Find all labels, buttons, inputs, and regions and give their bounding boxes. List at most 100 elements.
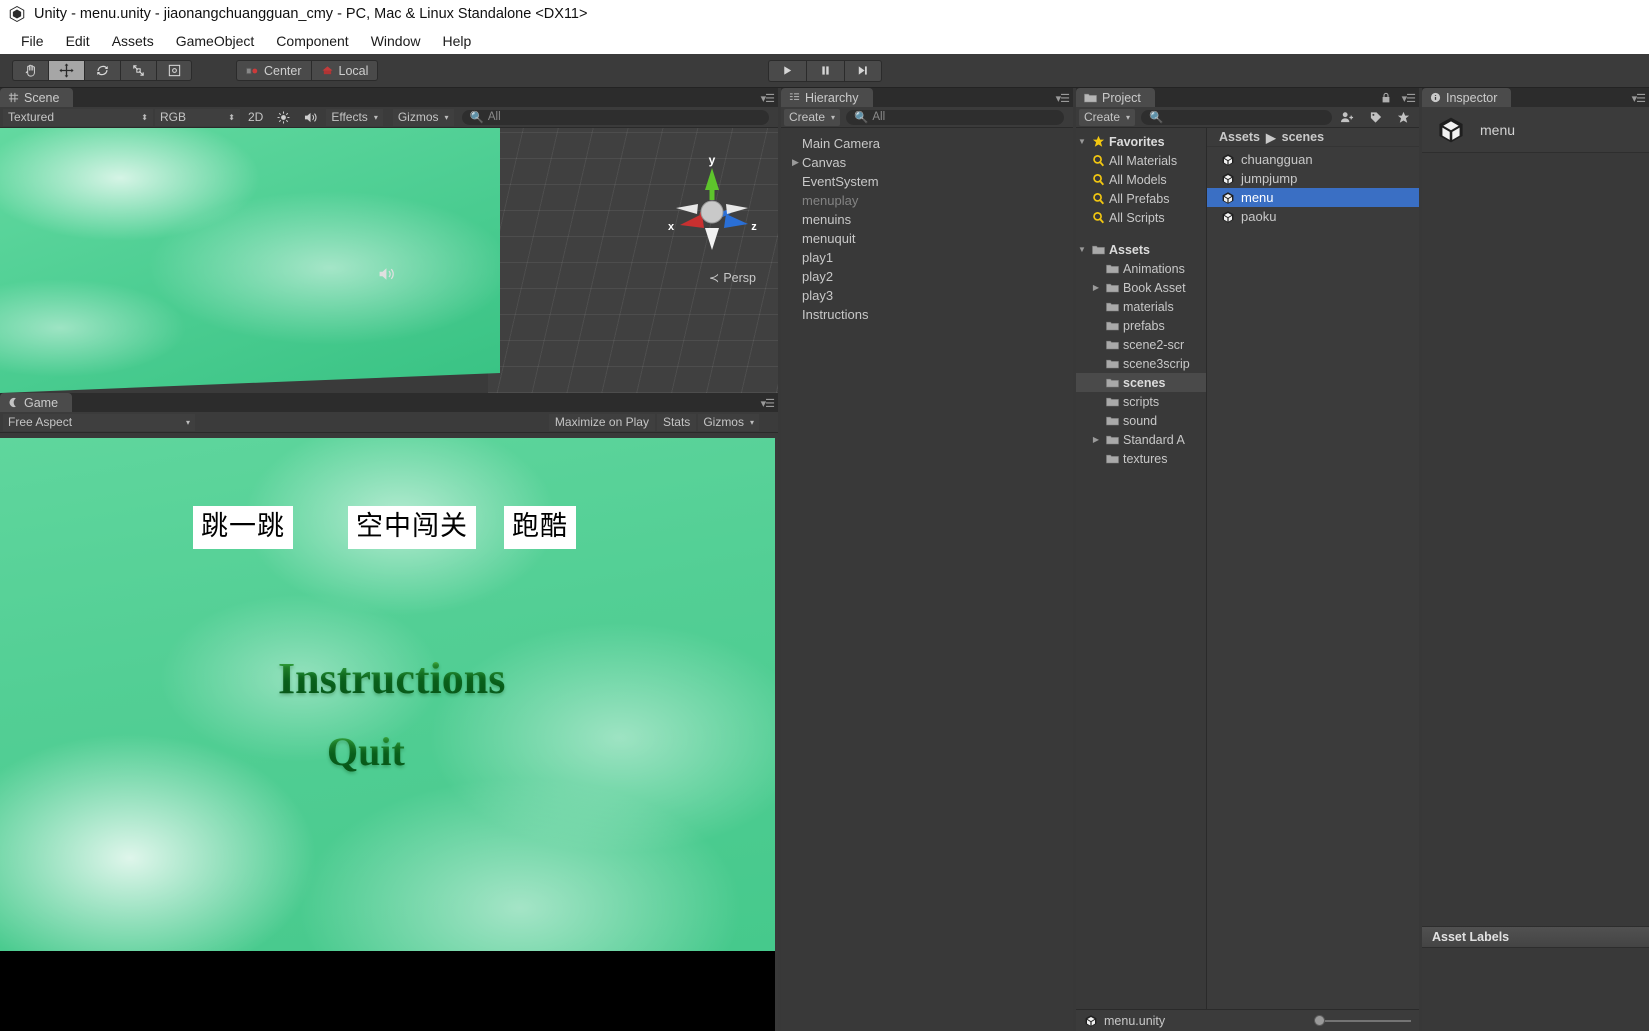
rotate-tool-button[interactable] (84, 60, 120, 81)
favorite-all-materials[interactable]: All Materials (1076, 151, 1206, 170)
rotation-local-button[interactable]: Local (310, 60, 379, 81)
chevron-down-icon[interactable]: ▼ (1076, 245, 1088, 254)
game-gizmos-dropdown[interactable]: Gizmos ▾ (698, 413, 759, 431)
menu-gameobject[interactable]: GameObject (165, 31, 266, 51)
asset-item-chuangguan[interactable]: chuangguan (1207, 150, 1419, 169)
render-mode-dropdown[interactable]: RGB ⬍ (155, 108, 240, 126)
hierarchy-create-dropdown[interactable]: Create ▾ (784, 108, 841, 126)
audio-toggle-button[interactable] (298, 109, 324, 126)
asset-item-jumpjump[interactable]: jumpjump (1207, 169, 1419, 188)
effects-dropdown[interactable]: Effects ▾ (326, 108, 383, 126)
menu-help[interactable]: Help (431, 31, 482, 51)
menu-edit[interactable]: Edit (55, 31, 101, 51)
project-folder-sound[interactable]: sound (1076, 411, 1206, 430)
draw-mode-dropdown[interactable]: Textured ⬍ (3, 108, 153, 126)
hierarchy-item-menuplay[interactable]: menuplay (781, 191, 1073, 210)
step-button[interactable] (843, 59, 882, 82)
project-search-input[interactable]: 🔍 (1141, 109, 1332, 125)
project-assets-group[interactable]: ▼ Assets (1076, 240, 1206, 259)
hierarchy-item-eventsystem[interactable]: EventSystem (781, 172, 1073, 191)
project-lock-icon[interactable] (1381, 91, 1391, 109)
move-tool-button[interactable] (48, 60, 84, 81)
chevron-right-icon[interactable]: ▶ (1090, 435, 1102, 444)
tab-game[interactable]: Game (0, 393, 73, 412)
asset-labels-bar[interactable]: Asset Labels (1422, 926, 1649, 948)
pause-button[interactable] (805, 59, 844, 82)
rect-tool-button[interactable] (156, 60, 192, 81)
gizmos-dropdown[interactable]: Gizmos ▾ (392, 108, 454, 126)
favorite-all-prefabs[interactable]: All Prefabs (1076, 189, 1206, 208)
chevron-down-icon[interactable]: ▼ (1076, 137, 1088, 146)
instructions-button[interactable]: Instructions (278, 653, 505, 704)
slider-knob[interactable] (1314, 1015, 1325, 1026)
hierarchy-panel-menu-icon[interactable]: ▾☰ (1056, 92, 1070, 105)
filter-by-type-button[interactable] (1334, 109, 1361, 126)
project-create-dropdown[interactable]: Create ▾ (1079, 108, 1136, 126)
scene-viewport[interactable]: y x z ≺ Persp (0, 128, 778, 393)
unity-scene-icon (1222, 210, 1234, 223)
project-folder-animations[interactable]: Animations (1076, 259, 1206, 278)
tab-inspector[interactable]: Inspector (1422, 88, 1512, 107)
filter-by-label-button[interactable] (1363, 109, 1389, 126)
hierarchy-item-play3[interactable]: play3 (781, 286, 1073, 305)
project-folder-standard-assets[interactable]: ▶ Standard A (1076, 430, 1206, 449)
project-folder-scenes[interactable]: scenes (1076, 373, 1206, 392)
scene-projection-label[interactable]: ≺ Persp (709, 270, 756, 286)
quit-button[interactable]: Quit (327, 728, 405, 775)
play1-button[interactable]: 跳一跳 (193, 506, 293, 549)
project-folder-scene2-scr[interactable]: scene2-scr (1076, 335, 1206, 354)
project-footer: menu.unity (1076, 1009, 1419, 1031)
lighting-toggle-button[interactable] (271, 109, 296, 126)
project-folder-materials[interactable]: materials (1076, 297, 1206, 316)
chevron-right-icon[interactable]: ▶ (789, 157, 802, 168)
hierarchy-item-menuins[interactable]: menuins (781, 210, 1073, 229)
breadcrumb-scenes[interactable]: scenes (1282, 130, 1324, 144)
scene-search-input[interactable]: 🔍 All (461, 109, 769, 125)
favorite-all-models[interactable]: All Models (1076, 170, 1206, 189)
project-favorites-group[interactable]: ▼ Favorites (1076, 132, 1206, 151)
hierarchy-item-play2[interactable]: play2 (781, 267, 1073, 286)
filter-favorites-button[interactable] (1391, 109, 1416, 126)
play3-button[interactable]: 跑酷 (504, 506, 576, 549)
hierarchy-item-canvas[interactable]: ▶ Canvas (781, 153, 1073, 172)
hierarchy-item-menuquit[interactable]: menuquit (781, 229, 1073, 248)
game-panel-menu-icon[interactable]: ▾☰ (761, 397, 775, 410)
hand-tool-button[interactable] (12, 60, 48, 81)
menu-window[interactable]: Window (360, 31, 432, 51)
project-zoom-slider[interactable] (1314, 1015, 1411, 1026)
menu-file[interactable]: File (10, 31, 55, 51)
scene-orientation-gizmo[interactable]: y x z (664, 150, 760, 260)
project-folder-scene3scrip[interactable]: scene3scrip (1076, 354, 1206, 373)
scene-panel-menu-icon[interactable]: ▾☰ (761, 92, 775, 105)
tab-hierarchy[interactable]: Hierarchy (781, 88, 873, 107)
tab-scene[interactable]: Scene (0, 88, 74, 107)
menu-component[interactable]: Component (265, 31, 359, 51)
2d-toggle-button[interactable]: 2D (242, 109, 269, 126)
inspector-panel-menu-icon[interactable]: ▾☰ (1632, 92, 1646, 105)
aspect-ratio-dropdown[interactable]: Free Aspect ▾ (3, 413, 195, 431)
hierarchy-item-instructions[interactable]: Instructions (781, 305, 1073, 324)
project-folder-book-asset[interactable]: ▶ Book Asset (1076, 278, 1206, 297)
gizmos-label: Gizmos (397, 110, 439, 124)
chevron-right-icon[interactable]: ▶ (1090, 283, 1102, 292)
hierarchy-item-main-camera[interactable]: Main Camera (781, 134, 1073, 153)
tab-project[interactable]: Project (1076, 88, 1155, 107)
hierarchy-item-play1[interactable]: play1 (781, 248, 1073, 267)
play2-button[interactable]: 空中闯关 (348, 506, 476, 549)
asset-item-menu[interactable]: menu (1207, 188, 1419, 207)
scale-tool-button[interactable] (120, 60, 156, 81)
project-folder-prefabs[interactable]: prefabs (1076, 316, 1206, 335)
asset-item-paoku[interactable]: paoku (1207, 207, 1419, 226)
project-folder-scripts[interactable]: scripts (1076, 392, 1206, 411)
hierarchy-search-input[interactable]: 🔍 All (846, 109, 1064, 125)
menu-assets[interactable]: Assets (101, 31, 165, 51)
breadcrumb-assets[interactable]: Assets (1219, 130, 1260, 144)
play-button[interactable] (767, 59, 806, 82)
game-viewport[interactable]: 跳一跳 空中闯关 跑酷 Instructions Quit (0, 438, 775, 951)
stats-button[interactable]: Stats (656, 413, 697, 431)
project-panel-menu-icon[interactable]: ▾☰ (1402, 92, 1416, 105)
pivot-center-button[interactable]: Center (236, 60, 311, 81)
maximize-on-play-button[interactable]: Maximize on Play (548, 413, 655, 431)
project-folder-textures[interactable]: textures (1076, 449, 1206, 468)
favorite-all-scripts[interactable]: All Scripts (1076, 208, 1206, 227)
